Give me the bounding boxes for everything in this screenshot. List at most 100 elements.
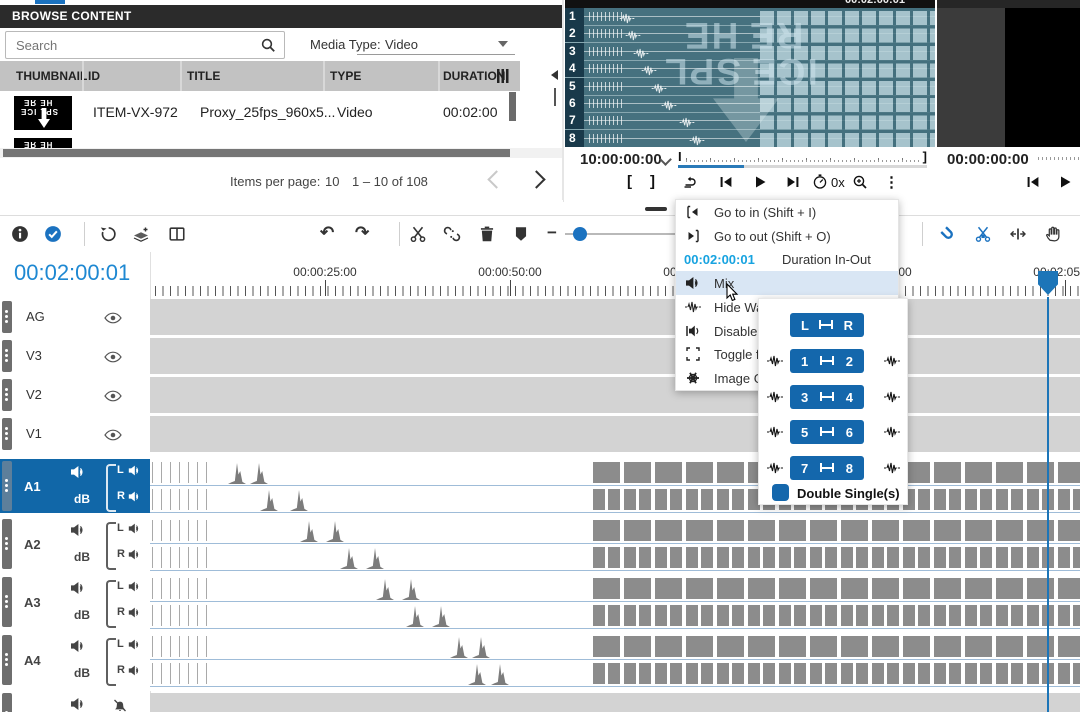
visibility-eye-icon[interactable] [104,350,122,362]
gain-label[interactable]: dB [74,492,90,506]
track-header-a4[interactable]: A4dBLR [0,633,151,687]
lane-speaker-icon[interactable] [128,638,141,651]
mix-pair-button-34[interactable]: 34 [790,385,864,409]
marker-button[interactable] [512,225,530,243]
track-header-ag[interactable]: AG [0,299,151,335]
track-header-v3[interactable]: V3 [0,338,151,374]
search-icon[interactable] [260,37,276,53]
lane-speaker-icon[interactable] [128,522,141,535]
collapse-left-icon[interactable] [551,70,558,80]
vertical-scrollbar[interactable] [509,92,516,121]
search-input[interactable] [14,35,248,55]
gain-label[interactable]: dB [74,608,90,622]
column-settings-icon[interactable] [497,69,509,83]
bracket-out-button[interactable]: ] [650,173,655,190]
add-layer-button[interactable] [132,225,150,243]
mix-pair-button-lr[interactable]: LR [790,313,864,337]
menu-item-mix[interactable]: Mix [676,271,898,295]
track-mute-speaker-icon[interactable] [70,696,86,712]
visibility-eye-icon[interactable] [104,311,122,323]
track-mute-speaker-icon[interactable] [70,464,86,480]
zoom-in-button[interactable] [852,174,868,190]
unlink-button[interactable] [443,225,461,243]
play-button[interactable] [752,174,768,190]
double-singles-checkbox[interactable] [772,484,789,501]
track-mute-speaker-icon[interactable] [70,522,86,538]
column-header-title[interactable]: TITLE [187,69,220,83]
track-header-a3[interactable]: A3dBLR [0,575,151,629]
info-button[interactable] [11,225,29,243]
timeline-ruler[interactable]: 00:00:25:0000:00:50:0000:01:15:0000:01:4… [150,252,1080,299]
track-header-vo[interactable]: VO [0,691,151,712]
mix-pair-button-78[interactable]: 78 [790,456,864,480]
scrub-bar[interactable]: I] [678,149,927,167]
lane-speaker-icon[interactable] [128,548,141,561]
lane-speaker-icon[interactable] [128,490,141,503]
zoom-out-button[interactable]: − [547,223,557,243]
panel-resize-handle[interactable] [645,207,667,211]
track-drag-handle[interactable] [2,461,12,511]
next-page-button[interactable] [527,170,545,188]
horizontal-scrollbar[interactable] [0,148,563,158]
cut-button[interactable] [409,225,427,243]
column-header-type[interactable]: TYPE [330,69,361,83]
column-header-id[interactable]: ID [88,69,100,83]
track-drag-handle[interactable] [2,340,12,372]
scrub-ruler-dots[interactable] [1038,157,1080,160]
zoom-slider-knob[interactable] [573,227,587,241]
track-drag-handle[interactable] [2,693,12,712]
mix-pair-button-12[interactable]: 12 [790,349,864,373]
mute-bell-icon[interactable] [112,698,128,712]
scrollbar-thumb[interactable] [3,149,510,157]
track-drag-handle[interactable] [2,635,12,685]
track-drag-handle[interactable] [2,379,12,411]
menu-item-duration-in-out[interactable]: 00:02:00:01Duration In-Out [676,247,898,271]
redo-button[interactable]: ↷ [355,223,369,243]
pan-button[interactable] [1044,225,1062,243]
speed-clock-button[interactable] [812,174,828,190]
track-drag-handle[interactable] [2,301,12,333]
track-header-v2[interactable]: V2 [0,377,151,413]
lane-speaker-icon[interactable] [128,464,141,477]
mix-pair-button-56[interactable]: 56 [790,420,864,444]
track-mute-speaker-icon[interactable] [70,638,86,654]
panel-splitter[interactable] [562,0,564,200]
approve-button[interactable] [44,225,62,243]
track-header-a1[interactable]: A1dBLR [0,459,151,513]
track-header-a2[interactable]: A2dBLR [0,517,151,571]
track-header-v1[interactable]: V1 [0,416,151,452]
next-frame-button[interactable] [785,174,801,190]
table-row[interactable]: HE ЯESPL ICEITEM-VX-972Proxy_25fps_960x5… [0,91,520,135]
reset-button[interactable] [99,225,117,243]
menu-item-go-to-out[interactable]: Go to out (Shift + O) [676,224,898,248]
menu-item-go-to-in[interactable]: Go to in (Shift + I) [676,200,898,224]
play-button[interactable] [1057,174,1073,190]
razor-button[interactable] [974,225,992,243]
lane-speaker-icon[interactable] [128,580,141,593]
prev-frame-button[interactable] [1025,174,1041,190]
undo-button[interactable]: ↶ [320,223,334,243]
gain-label[interactable]: dB [74,550,90,564]
bracket-in-button[interactable]: [ [627,173,632,190]
snap-button[interactable] [939,225,957,243]
lane-speaker-icon[interactable] [128,664,141,677]
column-header-thumbnail[interactable]: THUMBNAIL [16,69,87,83]
track-drag-handle[interactable] [2,418,12,450]
track-mute-speaker-icon[interactable] [70,580,86,596]
table-row[interactable]: HE ЯE· [0,135,520,148]
splitter-grip[interactable] [554,88,556,106]
lane-speaker-icon[interactable] [128,606,141,619]
split-view-button[interactable] [168,225,186,243]
loop-button[interactable] [682,174,698,190]
track-drag-handle[interactable] [2,577,12,627]
items-per-page-value[interactable]: 10 [325,174,339,189]
visibility-eye-icon[interactable] [104,389,122,401]
previous-page-button[interactable] [487,170,505,188]
more-dots-button[interactable]: ⋮ [884,173,899,191]
media-type-select[interactable]: Media Type:Video [305,33,515,57]
trim-button[interactable] [1009,225,1027,243]
gain-label[interactable]: dB [74,666,90,680]
visibility-eye-icon[interactable] [104,428,122,440]
playhead-line[interactable] [1047,297,1049,712]
prev-frame-button[interactable] [718,174,734,190]
